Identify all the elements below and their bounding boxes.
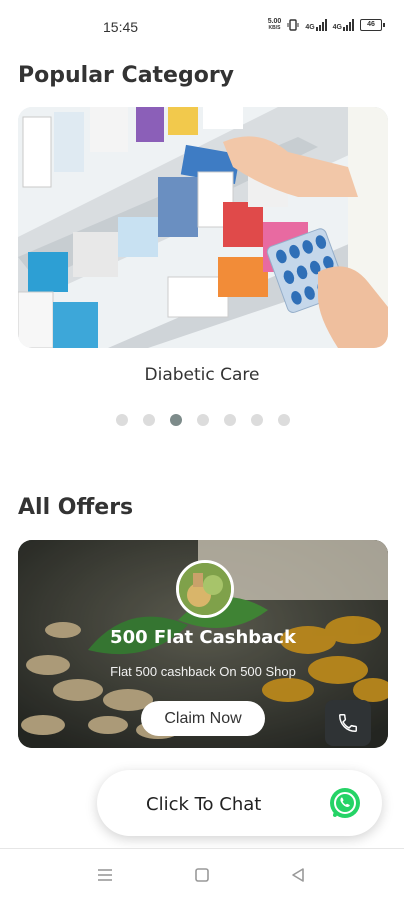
- category-title: Diabetic Care: [144, 365, 260, 385]
- carousel-dots: [116, 414, 290, 426]
- all-offers-heading: All Offers: [18, 495, 134, 520]
- sim1-signal: 4G: [305, 19, 327, 31]
- sim2-signal: 4G: [333, 19, 354, 31]
- carousel-dot[interactable]: [197, 414, 209, 426]
- net-speed: 5.00 KB/S: [267, 18, 282, 31]
- system-nav-bar: [0, 848, 404, 901]
- offer-card[interactable]: 500 Flat Cashback Flat 500 cashback On 5…: [18, 540, 388, 748]
- carousel-dot-active[interactable]: [170, 414, 182, 426]
- claim-now-button[interactable]: Claim Now: [141, 701, 265, 736]
- carousel-dot[interactable]: [278, 414, 290, 426]
- chat-label: Click To Chat: [146, 794, 262, 815]
- status-time: 15:45: [103, 19, 139, 35]
- carousel-dot[interactable]: [143, 414, 155, 426]
- vibrate-icon: [287, 19, 299, 31]
- popular-category-heading: Popular Category: [18, 63, 235, 88]
- click-to-chat-button[interactable]: Click To Chat: [97, 770, 382, 836]
- battery-indicator: 46: [360, 19, 385, 31]
- whatsapp-icon: [330, 788, 360, 818]
- carousel-dot[interactable]: [251, 414, 263, 426]
- offer-subtitle: Flat 500 cashback On 500 Shop: [110, 664, 296, 679]
- category-banner[interactable]: [18, 107, 388, 348]
- home-square-icon[interactable]: [194, 867, 210, 883]
- status-bar: 15:45 5.00 KB/S 4G 4G 46: [0, 0, 404, 52]
- whatsapp-button[interactable]: [322, 780, 368, 826]
- carousel-dot[interactable]: [116, 414, 128, 426]
- offer-title: 500 Flat Cashback: [110, 627, 296, 648]
- back-triangle-icon[interactable]: [290, 867, 306, 883]
- pharmacy-shelf-image: [18, 107, 388, 348]
- menu-icon[interactable]: [96, 867, 114, 883]
- carousel-dot[interactable]: [224, 414, 236, 426]
- offer-logo: [176, 560, 234, 618]
- phone-icon: [339, 714, 357, 732]
- call-button[interactable]: [325, 700, 371, 746]
- status-icons: 5.00 KB/S 4G 4G 46: [267, 18, 385, 32]
